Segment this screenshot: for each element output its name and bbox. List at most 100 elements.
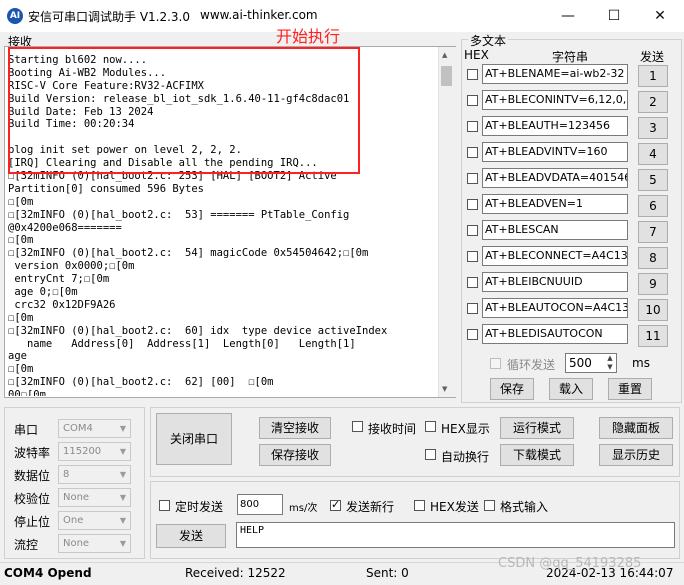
multi-send-button[interactable]: 1 (638, 65, 668, 87)
minimize-button[interactable]: — (546, 0, 590, 32)
hex-column-header: HEX (464, 48, 489, 62)
scroll-thumb[interactable] (441, 66, 452, 86)
multi-hex-checkbox[interactable] (467, 251, 478, 262)
save-multi-button[interactable]: 保存 (490, 378, 534, 400)
run-mode-button[interactable]: 运行模式 (500, 417, 574, 439)
format-input-checkbox[interactable] (484, 500, 495, 511)
receive-line: ☐[0m (8, 234, 34, 247)
multi-send-button[interactable]: 9 (638, 273, 668, 295)
window-title: 安信可串口调试助手 V1.2.3.0 (28, 10, 191, 24)
auto-newline-checkbox[interactable] (425, 449, 436, 460)
receive-scrollbar[interactable]: ▲ ▼ (438, 47, 456, 397)
multi-hex-checkbox[interactable] (467, 69, 478, 80)
load-multi-button[interactable]: 载入 (549, 378, 593, 400)
multi-text-input[interactable]: AT+BLEADVEN=1 (482, 194, 628, 214)
multi-text-input[interactable]: AT+BLECONINTV=6,12,0,3 (482, 90, 628, 110)
receive-line: 00☐[0m (8, 389, 46, 396)
multi-hex-checkbox[interactable] (467, 277, 478, 288)
clear-receive-button[interactable]: 清空接收 (259, 417, 331, 439)
scroll-down-icon[interactable]: ▼ (442, 385, 447, 393)
send-newline-checkbox[interactable] (330, 498, 341, 511)
multi-text-input[interactable]: AT+BLEADVDATA=401546 (482, 168, 628, 188)
receive-line: ☐[0m (8, 195, 34, 208)
sent-count: Sent: 0 (366, 566, 409, 580)
multi-hex-checkbox[interactable] (467, 95, 478, 106)
receive-time-label: 接收时间 (368, 422, 417, 436)
multi-hex-checkbox[interactable] (467, 303, 478, 314)
multi-text-input[interactable]: AT+BLEADVINTV=160 (482, 142, 628, 162)
send-input[interactable]: HELP (236, 522, 675, 548)
multi-text-input[interactable]: AT+BLECONNECT=A4C13 (482, 246, 628, 266)
chevron-down-icon: ▼ (119, 516, 126, 525)
databits-value: 8 (63, 469, 70, 480)
parity-label: 校验位 (14, 492, 51, 506)
multi-hex-checkbox[interactable] (467, 225, 478, 236)
port-value: COM4 (63, 423, 93, 434)
hex-display-checkbox[interactable] (425, 421, 436, 432)
string-column-header: 字符串 (552, 50, 589, 64)
timed-send-checkbox[interactable] (159, 500, 170, 511)
close-window-button[interactable]: ✕ (638, 0, 682, 32)
multi-send-button[interactable]: 4 (638, 143, 668, 165)
close-port-button[interactable]: 关闭串口 (156, 413, 232, 465)
download-mode-button[interactable]: 下载模式 (500, 444, 574, 466)
stopbits-label: 停止位 (14, 515, 51, 529)
baud-select[interactable]: 115200 ▼ (58, 442, 131, 461)
chevron-down-icon: ▼ (119, 447, 126, 456)
save-receive-button[interactable]: 保存接收 (259, 444, 331, 466)
databits-label: 数据位 (14, 469, 51, 483)
multi-send-button[interactable]: 8 (638, 247, 668, 269)
send-interval-input[interactable]: 800 (237, 494, 283, 515)
send-button[interactable]: 发送 (156, 524, 226, 548)
watermark: CSDN @qq_54193285 (498, 556, 642, 571)
baud-value: 115200 (63, 446, 102, 457)
receive-time-checkbox[interactable] (352, 421, 363, 432)
multi-text-input[interactable]: AT+BLEDISAUTOCON (482, 324, 628, 344)
spinner-arrows-icon[interactable]: ▲ ▼ (604, 354, 616, 372)
multi-hex-checkbox[interactable] (467, 147, 478, 158)
flow-value: None (63, 538, 90, 549)
multi-send-button[interactable]: 10 (638, 299, 668, 321)
multi-send-button[interactable]: 6 (638, 195, 668, 217)
reset-multi-button[interactable]: 重置 (608, 378, 652, 400)
hide-panel-button[interactable]: 隐藏面板 (599, 417, 673, 439)
multi-send-button[interactable]: 7 (638, 221, 668, 243)
multi-hex-checkbox[interactable] (467, 199, 478, 210)
receive-line: name Address[0] Address[1] Length[0] Len… (8, 337, 356, 350)
receive-line: ☐[0m (8, 363, 34, 376)
multi-hex-checkbox[interactable] (467, 121, 478, 132)
send-newline-label: 发送新行 (346, 500, 395, 514)
multi-text-input[interactable]: AT+BLEIBCNUUID (482, 272, 628, 292)
receive-line: ☐[32mINFO (0)[hal_boot2.c: 62] [00] ☐[0m (8, 376, 274, 389)
show-history-button[interactable]: 显示历史 (599, 444, 673, 466)
timed-send-label: 定时发送 (175, 500, 224, 514)
parity-value: None (63, 492, 90, 503)
loop-send-checkbox[interactable] (490, 358, 501, 369)
scroll-up-icon[interactable]: ▲ (442, 51, 447, 59)
multi-text-input[interactable]: AT+BLEAUTH=123456 (482, 116, 628, 136)
receive-line: ☐[32mINFO (0)[hal_boot2.c: 53] ======= P… (8, 208, 350, 221)
annotation-label: 开始执行 (276, 27, 341, 46)
port-label: 串口 (14, 423, 39, 437)
databits-select[interactable]: 8 ▼ (58, 465, 131, 484)
multi-send-button[interactable]: 11 (638, 325, 668, 347)
multi-text-input[interactable]: AT+BLESCAN (482, 220, 628, 240)
parity-select[interactable]: None ▼ (58, 488, 131, 507)
multi-send-button[interactable]: 5 (638, 169, 668, 191)
receive-line: ☐[32mINFO (0)[hal_boot2.c: 60] idx type … (8, 324, 388, 337)
multi-hex-checkbox[interactable] (467, 329, 478, 340)
multi-send-button[interactable]: 3 (638, 117, 668, 139)
hex-send-checkbox[interactable] (414, 500, 425, 511)
multi-text-input[interactable]: AT+BLENAME=ai-wb2-32 (482, 64, 628, 84)
stopbits-select[interactable]: One ▼ (58, 511, 131, 530)
receive-line: crc32 0x12DF9A26 (8, 298, 116, 311)
multi-send-button[interactable]: 2 (638, 91, 668, 113)
multi-hex-checkbox[interactable] (467, 173, 478, 184)
maximize-button[interactable]: ☐ (592, 0, 636, 32)
multi-text-input[interactable]: AT+BLEAUTOCON=A4C13 (482, 298, 628, 318)
chevron-down-icon: ▼ (119, 470, 126, 479)
multi-text-title: 多文本 (468, 32, 509, 49)
port-select[interactable]: COM4 ▼ (58, 419, 131, 438)
flow-select[interactable]: None ▼ (58, 534, 131, 553)
receive-line: version 0x0000;☐[0m (8, 260, 135, 273)
